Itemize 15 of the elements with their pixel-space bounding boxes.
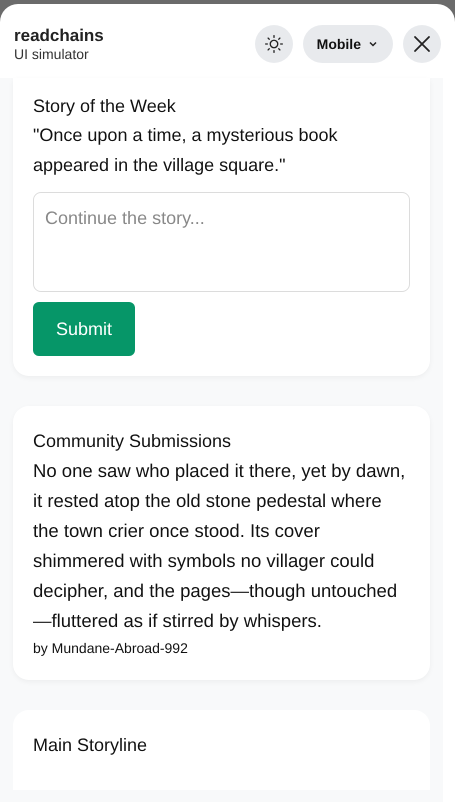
device-select[interactable]: Mobile [302,25,393,63]
submission-author: by Mundane-Abroad-992 [33,639,189,658]
app-subtitle: UI simulator [14,46,90,62]
card-heading: Community Submissions [33,430,232,453]
story-input-field[interactable]: Continue the story... [33,192,410,292]
theme-toggle-button[interactable] [254,25,293,63]
card-heading: Main Storyline [33,734,148,757]
app-title: readchains [14,26,104,46]
close-button[interactable] [403,25,441,63]
story-prompt: "Once upon a time, a mysterious book appeared in the village square." [33,124,339,177]
sun-icon [264,34,284,54]
submission-text: No one saw who placed it there, yet by dawn, it rested atop the old stone pedestal where the town crier once stood. Its cover shimmered with symbols no villager could decipher, and the pages—though untouched—fluttered as if stirred by whispers. [33,459,406,633]
card-heading: Story of the Week [33,95,177,118]
submit-button[interactable]: Submit [33,302,135,356]
close-icon [412,34,432,54]
